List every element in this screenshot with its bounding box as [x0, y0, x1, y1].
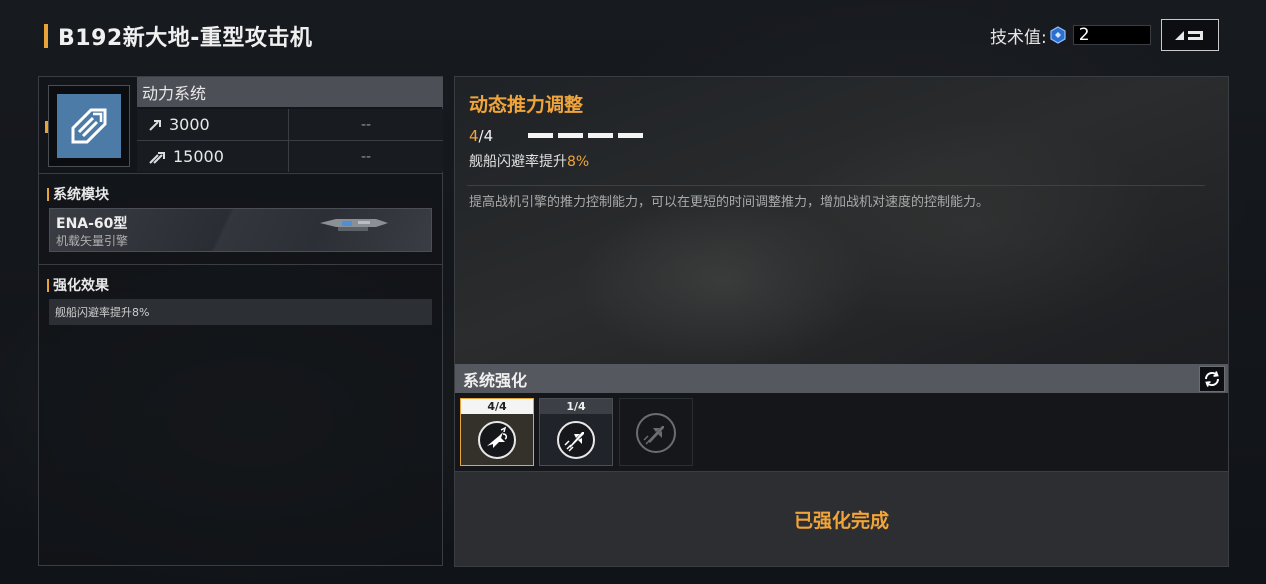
- speed-icon: [149, 119, 161, 131]
- enhancement-description: 提高战机引擎的推力控制能力，可以在更短的时间调整推力，增加战机对速度的控制能力。: [469, 195, 990, 210]
- divider: [39, 173, 442, 174]
- tech-points: 技术值: 2: [990, 24, 1151, 48]
- slot-level: 4/4: [461, 399, 533, 414]
- effect-section-title: 强化效果: [47, 275, 109, 295]
- module-name: ENA-60型: [56, 216, 128, 232]
- enhance-section-title: 系统强化: [463, 370, 528, 390]
- speed-extra: --: [289, 109, 443, 140]
- enhance-section-header: 系统强化: [455, 364, 1228, 393]
- speed-jet-icon: [557, 421, 595, 459]
- tech-value-box: 2: [1072, 25, 1151, 45]
- effect-summary: 舰船闪避率提升8%: [49, 299, 432, 325]
- locked-jet-icon: [636, 413, 676, 453]
- enhance-slot-3[interactable]: [619, 398, 693, 466]
- enhancement-detail-panel: 动态推力调整 4/4 舰船闪避率提升8% 提高战机引擎的推力控制能力，可以在更短…: [454, 76, 1229, 567]
- boost-extra: --: [289, 141, 443, 172]
- system-info-panel: 动力系统 3000 -- 15000 -- 系统模块 ENA-60型 机载矢量引…: [38, 76, 443, 566]
- enhancement-effect: 舰船闪避率提升8%: [469, 154, 590, 170]
- title-accent-bar: [44, 24, 48, 48]
- boost-speed-icon: [149, 151, 165, 164]
- enhance-slot-1[interactable]: 4/4: [460, 398, 534, 466]
- enhance-status-area: 已强化完成: [455, 472, 1228, 566]
- tech-value: 2: [1078, 25, 1090, 45]
- level-pips: [528, 133, 643, 138]
- module-card[interactable]: ENA-60型 机载矢量引擎: [49, 208, 432, 252]
- enhancement-title: 动态推力调整: [469, 94, 584, 116]
- dodge-jet-icon: [478, 421, 516, 459]
- slot-level: 1/4: [540, 399, 612, 414]
- enhance-slot-2[interactable]: 1/4: [539, 398, 613, 466]
- stat-row-speed: 3000 --: [137, 109, 443, 141]
- stat-row-boost: 15000 --: [137, 141, 443, 172]
- divider: [467, 185, 1205, 186]
- tech-point-icon: [1050, 26, 1066, 44]
- boost-value: 15000: [173, 147, 224, 166]
- module-section-title: 系统模块: [47, 184, 109, 204]
- back-button[interactable]: [1161, 19, 1219, 51]
- divider: [39, 264, 442, 265]
- background-art: [785, 117, 1165, 337]
- level-pip: [528, 133, 553, 138]
- thrust-module-icon: [57, 94, 121, 158]
- enhancement-level: 4/4: [469, 127, 494, 145]
- level-pip: [558, 133, 583, 138]
- refresh-button[interactable]: [1199, 366, 1225, 392]
- page-title-bar: B192新大地-重型攻击机: [44, 22, 313, 51]
- enhance-slots: 4/4 1/4: [455, 393, 1228, 472]
- tech-label: 技术值:: [990, 27, 1047, 48]
- engine-image: [320, 219, 388, 231]
- speed-value: 3000: [169, 115, 210, 134]
- refresh-icon: [1204, 371, 1220, 387]
- enhance-status: 已强化完成: [793, 509, 889, 532]
- system-name: 动力系统: [137, 77, 443, 107]
- system-icon-frame[interactable]: [48, 85, 130, 167]
- page-title: B192新大地-重型攻击机: [58, 26, 313, 51]
- level-pip: [588, 133, 613, 138]
- module-desc: 机载矢量引擎: [56, 234, 129, 248]
- return-arrow-icon: [1175, 31, 1203, 40]
- level-pip: [618, 133, 643, 138]
